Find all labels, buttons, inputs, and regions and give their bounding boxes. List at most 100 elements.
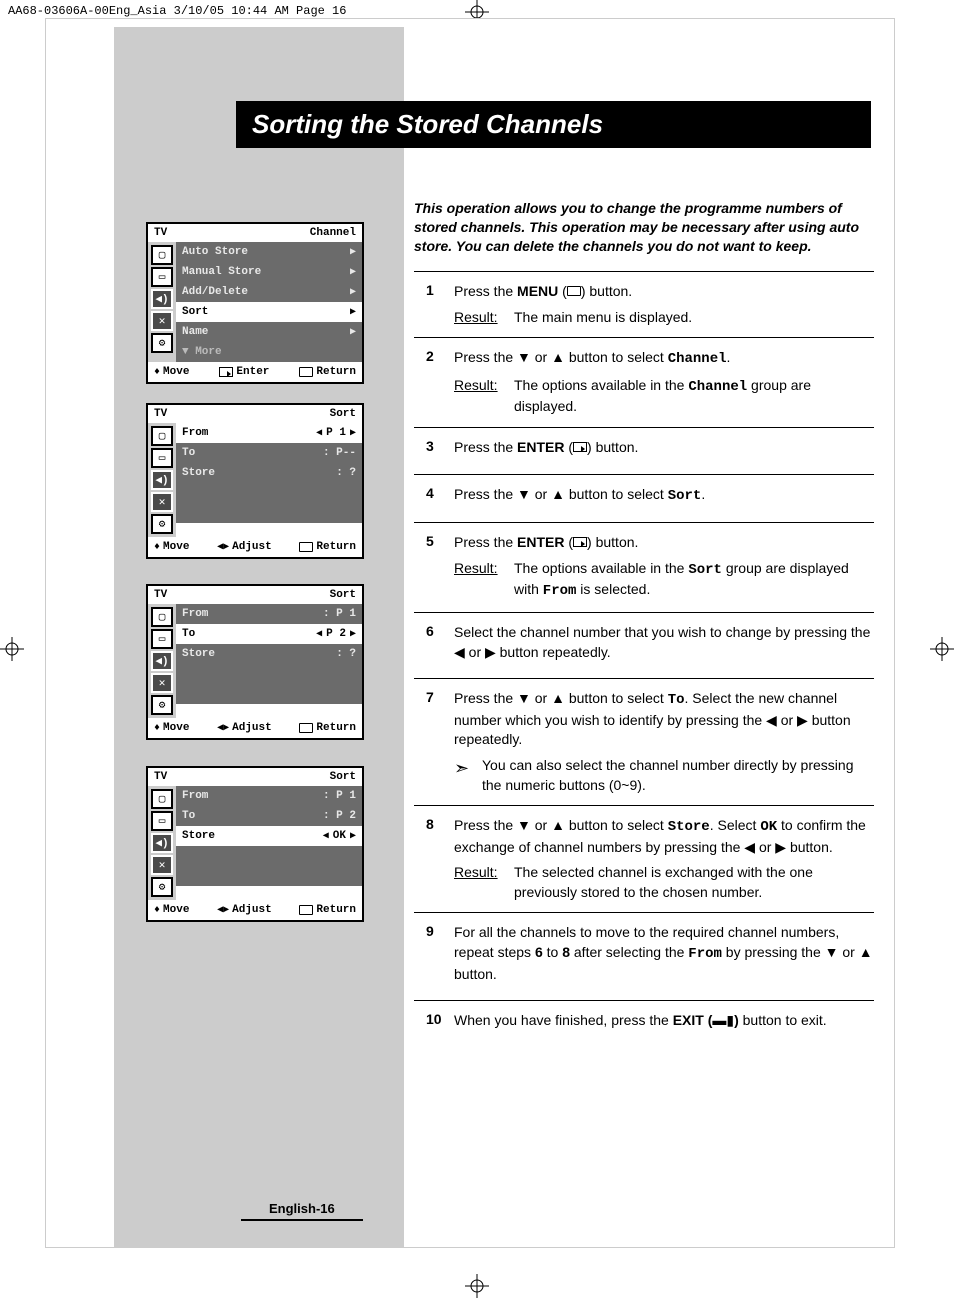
osd-row-selected: Store◀OK▶ — [176, 826, 362, 846]
osd-icon-column: ▢ ▭ ◀) ✕ ⚙ — [148, 786, 176, 900]
chevron-left-icon: ◀ — [316, 427, 322, 439]
osd-return-label: Return — [316, 722, 356, 734]
menu-icon — [567, 286, 581, 296]
text: ) button. — [587, 439, 638, 455]
text: . Select — [710, 817, 761, 833]
mute-icon: ✕ — [151, 311, 173, 331]
osd-row: To: P 2 — [176, 806, 362, 826]
osd-return-label: Return — [316, 541, 356, 553]
osd-row-label: From — [182, 608, 208, 620]
enter-icon — [219, 367, 233, 377]
store-label: Store — [668, 819, 710, 835]
result-label: Result: — [454, 559, 514, 602]
osd-row-value: : P 1 — [323, 608, 356, 620]
osd-tv-label: TV — [154, 408, 167, 420]
leftright-icon: ◀▶ — [217, 541, 229, 553]
chevron-right-icon: ▶ — [350, 830, 356, 842]
setup-icon: ⚙ — [151, 333, 173, 353]
osd-row-selected: To◀P 2▶ — [176, 624, 362, 644]
ok-label: OK — [760, 819, 777, 835]
mute-icon: ✕ — [151, 492, 173, 512]
step-number: 2 — [414, 348, 454, 417]
osd-sort-menu-store: TVSort ▢ ▭ ◀) ✕ ⚙ From: P 1 To: P 2 Stor… — [146, 766, 364, 922]
note-arrow-icon: ➣ — [454, 756, 482, 795]
osd-row-label: To — [182, 628, 195, 640]
from-label: From — [543, 583, 577, 599]
mute-icon: ✕ — [151, 673, 173, 693]
osd-row: Add/Delete▶ — [176, 282, 362, 302]
osd-sort-menu-to: TVSort ▢ ▭ ◀) ✕ ⚙ From: P 1 To◀P 2▶ Stor… — [146, 584, 364, 740]
result-label: Result: — [454, 376, 514, 417]
osd-row: To: P-- — [176, 443, 362, 463]
text: after selecting the — [570, 944, 688, 960]
osd-row-label: Store — [182, 648, 215, 660]
text: When you have finished, press the — [454, 1012, 673, 1028]
osd-row-value: : P-- — [323, 447, 356, 459]
osd-title: Sort — [330, 589, 356, 601]
steps-list: 1 Press the MENU () button. Result:The m… — [414, 271, 874, 1047]
osd-row: Auto Store▶ — [176, 242, 362, 262]
sort-label: Sort — [688, 562, 722, 578]
osd-row-blank — [176, 664, 362, 684]
osd-row-selected: From◀P 1▶ — [176, 423, 362, 443]
six-label: 6 — [535, 944, 543, 960]
registration-mark-right — [930, 637, 954, 661]
sort-label: Sort — [668, 488, 702, 504]
osd-adjust-label: Adjust — [232, 541, 272, 553]
osd-row-more: ▼ More — [176, 342, 362, 362]
osd-row-value: P 2 — [326, 628, 346, 640]
osd-row-label: Sort — [182, 306, 208, 318]
osd-row-label: Auto Store — [182, 246, 248, 258]
intro-paragraph: This operation allows you to change the … — [414, 199, 869, 256]
osd-row-blank — [176, 866, 362, 886]
menu-icon — [299, 723, 313, 733]
osd-row-blank — [176, 684, 362, 704]
text: ( — [558, 283, 567, 299]
text: The options available in the — [514, 377, 688, 393]
chevron-left-icon: ◀ — [323, 830, 329, 842]
setup-icon: ⚙ — [151, 514, 173, 534]
step-number: 4 — [414, 485, 454, 513]
enter-button-label: ENTER — [517, 439, 564, 455]
chevron-right-icon: ▶ — [350, 326, 356, 338]
text: Press the ▼ or ▲ button to select — [454, 817, 668, 833]
osd-icon-column: ▢ ▭ ◀) ✕ ⚙ — [148, 423, 176, 537]
step-number: 5 — [414, 533, 454, 602]
step-10: 10 When you have finished, press the EXI… — [414, 1000, 874, 1047]
osd-row-blank — [176, 503, 362, 523]
leftright-icon: ◀▶ — [217, 722, 229, 734]
text: ) button. — [587, 534, 638, 550]
step-5: 5 Press the ENTER () button. Result:The … — [414, 522, 874, 612]
exit-icon: ▬▮ — [712, 1012, 734, 1028]
text: Press the — [454, 283, 517, 299]
osd-channel-menu: TVChannel ▢ ▭ ◀) ✕ ⚙ Auto Store▶ Manual … — [146, 222, 364, 384]
step-number: 7 — [414, 689, 454, 795]
osd-move-label: Move — [163, 722, 189, 734]
registration-mark-bottom — [465, 1274, 489, 1298]
osd-adjust-label: Adjust — [232, 722, 272, 734]
text: button to exit. — [739, 1012, 827, 1028]
setup-icon: ⚙ — [151, 695, 173, 715]
osd-move-label: Move — [163, 366, 189, 378]
osd-title: Channel — [310, 227, 356, 239]
menu-icon — [299, 905, 313, 915]
result-label: Result: — [454, 863, 514, 902]
osd-title: Sort — [330, 771, 356, 783]
osd-row: Name▶ — [176, 322, 362, 342]
text: ( — [564, 439, 573, 455]
step-number: 9 — [414, 923, 454, 990]
step-9: 9 For all the channels to move to the re… — [414, 912, 874, 1000]
osd-row-label: From — [182, 790, 208, 802]
osd-row-blank — [176, 846, 362, 866]
osd-row: Manual Store▶ — [176, 262, 362, 282]
osd-icon-column: ▢ ▭ ◀) ✕ ⚙ — [148, 242, 176, 362]
step-8: 8 Press the ▼ or ▲ button to select Stor… — [414, 805, 874, 912]
osd-title: Sort — [330, 408, 356, 420]
text: . — [701, 486, 705, 502]
screen-icon: ▭ — [151, 811, 173, 831]
to-label: To — [668, 692, 685, 708]
osd-row-value: : ? — [336, 467, 356, 479]
step-4: 4 Press the ▼ or ▲ button to select Sort… — [414, 474, 874, 523]
step-number: 10 — [414, 1011, 454, 1037]
step-1: 1 Press the MENU () button. Result:The m… — [414, 271, 874, 337]
